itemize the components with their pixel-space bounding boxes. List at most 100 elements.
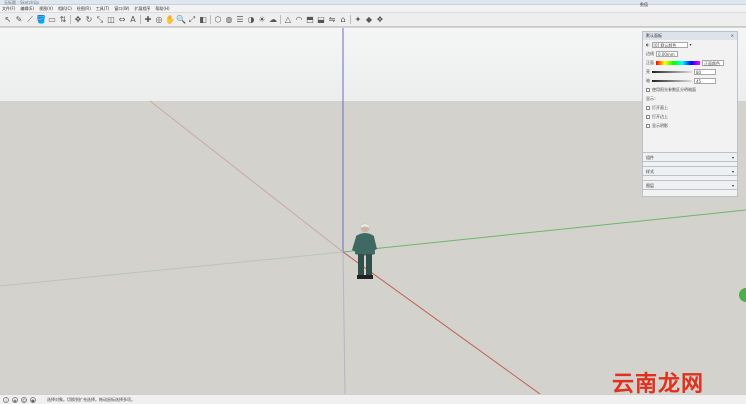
option2-label: 打开边上	[652, 113, 668, 119]
tape-icon[interactable]: ⇔	[117, 14, 127, 25]
shapes-icon[interactable]: ▭	[47, 14, 57, 25]
sun-checkbox-label: 使用阳光参数区分明暗面	[652, 86, 696, 92]
panel-components[interactable]: 组件 ▾	[642, 152, 738, 162]
section-icon[interactable]: ◧	[198, 14, 208, 25]
smoove-icon[interactable]: ◠	[294, 14, 304, 25]
chevron-down-icon: ▾	[731, 183, 734, 188]
toolbar-separator	[349, 14, 352, 25]
orbit-icon[interactable]: ◎	[154, 14, 164, 25]
sun-checkbox-row: 使用阳光参数区分明暗面	[643, 85, 737, 94]
credits-icon[interactable]: ©	[21, 396, 27, 403]
tray-header[interactable]: 默认面板 ×	[643, 32, 737, 40]
green-axis-negative	[0, 251, 344, 287]
measurements-label: 数值	[640, 2, 648, 7]
pan-icon[interactable]: ✋	[165, 14, 175, 25]
chevron-down-icon[interactable]: ▾	[690, 42, 692, 47]
menu-item[interactable]: 帮助(H)	[155, 5, 169, 13]
toolbar-separator	[139, 14, 142, 25]
flip-icon[interactable]: ⇋	[327, 14, 337, 25]
menu-item[interactable]: 编辑(E)	[20, 5, 34, 13]
display-row: 显示：	[643, 94, 737, 103]
panel-layers[interactable]: 图层 ▾	[642, 180, 738, 190]
color-gradient-bar[interactable]	[656, 60, 700, 65]
drape-icon[interactable]: ⬓	[316, 14, 326, 25]
status-message: 选择对象。切换到扩充选择。拖动鼠标选择多项。	[47, 396, 135, 402]
drawing-viewport[interactable]	[0, 28, 746, 394]
edge-field[interactable]: 0.00mm	[656, 50, 678, 57]
menu-bar: 文件(F) 编辑(E) 视图(V) 相机(C) 绘图(R) 工具(T) 窗口(W) 扩展程序帮…	[0, 5, 746, 13]
move-icon[interactable]: ✥	[73, 14, 83, 25]
green-axis-positive	[342, 209, 746, 253]
blue-axis-down	[342, 251, 346, 394]
materials-icon[interactable]: ◍	[224, 14, 234, 25]
geo-icon[interactable]: ◉	[12, 396, 18, 403]
axes-icon[interactable]: ✚	[143, 14, 153, 25]
option1-checkbox[interactable]	[646, 105, 650, 110]
pencil-icon[interactable]: ⟋	[25, 14, 35, 25]
stamp-icon[interactable]: ⬒	[305, 14, 315, 25]
option3-checkbox[interactable]	[646, 123, 650, 128]
edge-label: 边线	[646, 50, 654, 56]
menu-item[interactable]: 窗口(W)	[114, 5, 129, 13]
info-icon[interactable]: i	[3, 396, 9, 403]
face-field[interactable]: 正面颜色	[702, 59, 724, 66]
offset-icon[interactable]: ◫	[106, 14, 116, 25]
display-label: 显示：	[646, 95, 658, 101]
zoom-extents-icon[interactable]: ⤢	[187, 14, 197, 25]
ruby-icon[interactable]: ◆	[364, 14, 374, 25]
extension-icon[interactable]: ✦	[353, 14, 363, 25]
chevron-down-icon: ▾	[731, 169, 734, 174]
eraser-icon[interactable]: ✎	[14, 14, 24, 25]
panel-components-label: 组件	[646, 155, 654, 160]
layers-icon[interactable]: ☰	[235, 14, 245, 25]
user-icon[interactable]: ●	[30, 396, 36, 403]
light-label: 亮	[646, 68, 650, 74]
option2-checkbox[interactable]	[646, 114, 650, 119]
render-icon[interactable]: ❖	[375, 14, 385, 25]
text-icon[interactable]: A	[128, 14, 138, 25]
menu-item[interactable]: 文件(F)	[2, 5, 15, 13]
fog-icon[interactable]: ☁	[268, 14, 278, 25]
paint-bucket-icon[interactable]: 🪣	[36, 14, 46, 25]
shadows-icon[interactable]: ☀	[257, 14, 267, 25]
sandbox-icon[interactable]: △	[283, 14, 293, 25]
light-slider[interactable]	[652, 70, 692, 73]
close-icon[interactable]: ×	[731, 32, 734, 40]
option1-label: 打开面上	[652, 104, 668, 110]
dark-row: 暗 45	[643, 76, 737, 85]
panel-styles[interactable]: 样式 ▾	[642, 166, 738, 176]
option1-row: 打开面上	[643, 103, 737, 112]
select-icon[interactable]: ↖	[3, 14, 13, 25]
toolbar-separator	[209, 14, 212, 25]
menu-item[interactable]: 绘图(R)	[77, 5, 91, 13]
face-label: 正面	[646, 59, 654, 65]
menu-item[interactable]: 工具(T)	[96, 5, 110, 13]
menu-item[interactable]: 视图(V)	[39, 5, 53, 13]
dark-label: 暗	[646, 77, 650, 83]
sun-checkbox[interactable]	[646, 87, 650, 92]
style-row: ◐ [0] 默认颜色 ▾	[643, 40, 737, 49]
components-icon[interactable]: ⬡	[213, 14, 223, 25]
dark-field[interactable]: 45	[694, 77, 716, 84]
style-select[interactable]: [0] 默认颜色	[651, 41, 688, 48]
edge-row: 边线 0.00mm	[643, 49, 737, 58]
styles-icon[interactable]: ◑	[246, 14, 256, 25]
light-row: 亮 80	[643, 67, 737, 76]
option2-row: 打开边上	[643, 112, 737, 121]
zoom-icon[interactable]: 🔍	[176, 14, 186, 25]
rotate-icon[interactable]: ↻	[84, 14, 94, 25]
dark-slider[interactable]	[652, 79, 692, 82]
green-handle[interactable]	[739, 288, 746, 302]
menu-item[interactable]: 相机(C)	[58, 5, 72, 13]
scale-icon[interactable]: ⤡	[95, 14, 105, 25]
push-pull-icon[interactable]: ⇅	[58, 14, 68, 25]
tray-title: 默认面板	[646, 33, 662, 38]
light-field[interactable]: 80	[694, 68, 716, 75]
menu-item[interactable]: 扩展程序	[134, 5, 150, 13]
chevron-down-icon: ▾	[731, 155, 734, 160]
toolbar-separator	[69, 14, 72, 25]
scale-figure-person[interactable]	[349, 222, 379, 280]
toolbar-separator	[279, 14, 282, 25]
red-axis-negative	[149, 100, 344, 253]
warehouse-icon[interactable]: ⌂	[338, 14, 348, 25]
